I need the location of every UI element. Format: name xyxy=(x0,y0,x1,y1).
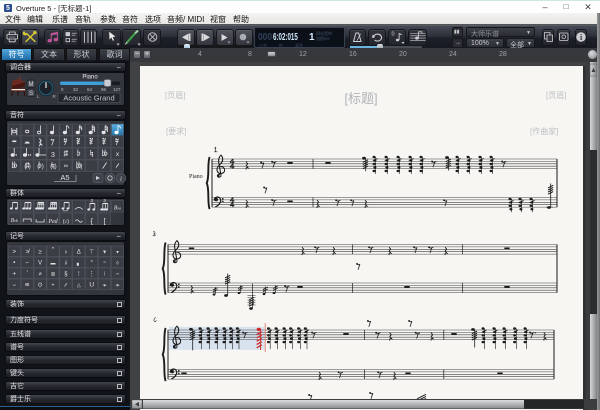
svg-text:Ped: Ped xyxy=(47,219,58,225)
svg-text:⁝: ⁝ xyxy=(104,272,106,278)
svg-text:⊙: ⊙ xyxy=(38,283,43,289)
svg-text:§: § xyxy=(64,272,67,278)
svg-text:•: • xyxy=(13,261,15,267)
svg-text:V: V xyxy=(38,261,42,267)
svg-text:8va: 8va xyxy=(114,205,121,212)
svg-text:ˆ: ˆ xyxy=(52,247,55,256)
svg-text:(♪): (♪) xyxy=(63,219,70,225)
svg-text:A5: A5 xyxy=(60,173,69,182)
svg-text:+: + xyxy=(52,283,55,289)
svg-text:∞: ∞ xyxy=(64,164,68,170)
svg-text:△: △ xyxy=(77,283,81,289)
svg-text:): ) xyxy=(42,164,44,170)
svg-text:[标题]: [标题] xyxy=(344,91,377,106)
svg-text:): ) xyxy=(29,164,31,170)
svg-text:[页眉]: [页眉] xyxy=(165,91,185,100)
svg-text:⌣: ⌣ xyxy=(12,283,16,289)
svg-text:⌢: ⌢ xyxy=(116,272,120,278)
svg-text:Piano: Piano xyxy=(189,174,203,180)
svg-text:+: + xyxy=(12,271,16,278)
svg-text:[要求]: [要求] xyxy=(166,126,186,136)
svg-text:▬: ▬ xyxy=(51,261,56,267)
svg-text:▖: ▖ xyxy=(76,261,81,267)
svg-text:U: U xyxy=(89,282,94,289)
svg-text:≋: ≋ xyxy=(25,283,30,289)
svg-text:º: º xyxy=(104,261,106,267)
svg-text:♭: ♭ xyxy=(64,249,67,256)
svg-text:≠: ≠ xyxy=(39,272,42,278)
svg-text:Δ: Δ xyxy=(77,250,81,256)
svg-text:3: 3 xyxy=(51,152,55,159)
svg-text:>: > xyxy=(12,249,16,256)
svg-text:): ) xyxy=(55,164,57,170)
svg-text:⋮: ⋮ xyxy=(89,272,95,278)
svg-text:0: 0 xyxy=(392,32,395,38)
svg-text:8vb: 8vb xyxy=(11,217,18,224)
svg-text:[作曲家]: [作曲家] xyxy=(530,126,558,136)
svg-text:▼: ▼ xyxy=(102,250,107,256)
svg-text:⊤: ⊤ xyxy=(89,249,94,256)
svg-text:[页眉]: [页眉] xyxy=(546,91,566,100)
svg-text:i: i xyxy=(120,175,122,183)
